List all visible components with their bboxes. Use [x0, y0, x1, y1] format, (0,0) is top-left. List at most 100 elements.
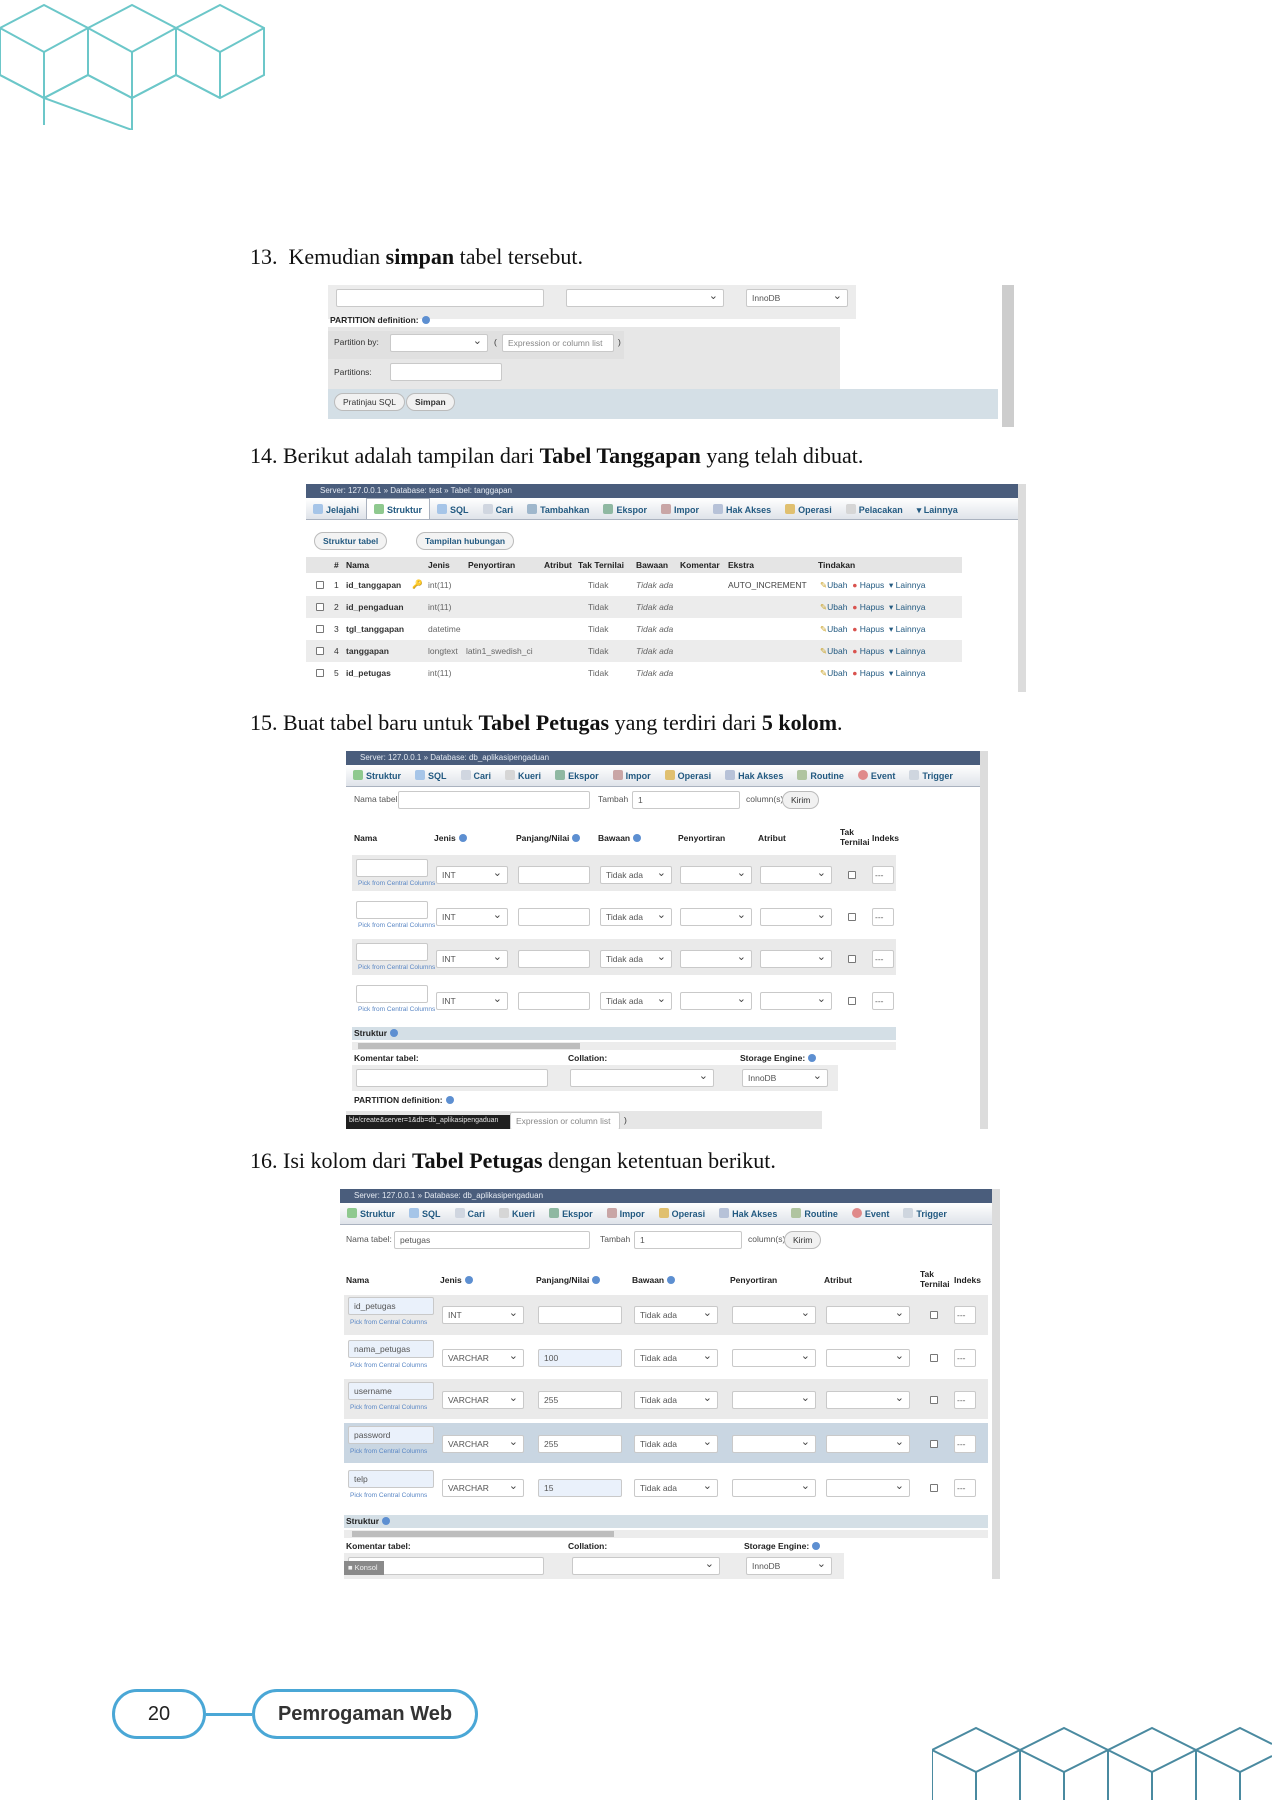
row-checkbox[interactable]: [316, 581, 324, 589]
tab-privileges[interactable]: Hak Akses: [712, 1203, 784, 1219]
column-collation-select[interactable]: [732, 1391, 816, 1409]
index-select[interactable]: ---: [954, 1435, 976, 1453]
tab-sql[interactable]: SQL: [430, 499, 476, 515]
row-checkbox[interactable]: [316, 625, 324, 633]
tab-query[interactable]: Kueri: [498, 765, 548, 781]
tab-privileges[interactable]: Hak Akses: [706, 499, 778, 515]
preview-sql-button[interactable]: Pratinjau SQL: [334, 393, 405, 411]
column-name-input[interactable]: [356, 943, 428, 961]
column-collation-select[interactable]: [732, 1306, 816, 1324]
tab-structure[interactable]: Struktur: [366, 498, 431, 519]
column-default-select[interactable]: Tidak ada: [600, 908, 672, 926]
column-length-input[interactable]: 255: [538, 1435, 622, 1453]
tab-privileges[interactable]: Hak Akses: [718, 765, 790, 781]
table-comment-input[interactable]: [356, 1069, 548, 1087]
tab-operations[interactable]: Operasi: [658, 765, 719, 781]
index-select[interactable]: ---: [954, 1391, 976, 1409]
column-name-input[interactable]: id_petugas: [348, 1297, 434, 1315]
row-checkbox[interactable]: [316, 603, 324, 611]
column-length-input[interactable]: [538, 1306, 622, 1324]
column-length-input[interactable]: [518, 992, 590, 1010]
column-attribute-select[interactable]: [760, 866, 832, 884]
column-attribute-select[interactable]: [826, 1479, 910, 1497]
column-name-input[interactable]: password: [348, 1426, 434, 1444]
column-name-input[interactable]: telp: [348, 1470, 434, 1488]
pick-central-link[interactable]: Pick from Central Columns: [358, 880, 435, 887]
index-select[interactable]: ---: [872, 866, 894, 884]
row-checkbox[interactable]: [316, 647, 324, 655]
null-checkbox[interactable]: [930, 1354, 938, 1362]
null-checkbox[interactable]: [848, 913, 856, 921]
column-length-input[interactable]: 255: [538, 1391, 622, 1409]
null-checkbox[interactable]: [930, 1440, 938, 1448]
storage-engine-select[interactable]: InnoDB: [742, 1069, 828, 1087]
column-default-select[interactable]: Tidak ada: [634, 1435, 718, 1453]
scrollbar[interactable]: [980, 751, 988, 1129]
tab-search[interactable]: Cari: [476, 499, 521, 515]
tab-query[interactable]: Kueri: [492, 1203, 542, 1219]
tab-export[interactable]: Ekspor: [596, 499, 654, 515]
column-default-select[interactable]: Tidak ada: [634, 1391, 718, 1409]
scrollbar[interactable]: [992, 1189, 1000, 1579]
column-type-select[interactable]: INT: [436, 950, 508, 968]
pick-central-link[interactable]: Pick from Central Columns: [358, 964, 435, 971]
null-checkbox[interactable]: [848, 871, 856, 879]
tab-events[interactable]: Event: [845, 1203, 897, 1219]
column-type-select[interactable]: VARCHAR: [442, 1435, 524, 1453]
column-attribute-select[interactable]: [826, 1349, 910, 1367]
column-type-select[interactable]: INT: [436, 908, 508, 926]
column-name-input[interactable]: nama_petugas: [348, 1340, 434, 1358]
column-default-select[interactable]: Tidak ada: [600, 866, 672, 884]
tab-export[interactable]: Ekspor: [542, 1203, 600, 1219]
tab-structure[interactable]: Struktur: [340, 1203, 402, 1219]
column-type-select[interactable]: INT: [442, 1306, 524, 1324]
tab-search[interactable]: Cari: [454, 765, 499, 781]
storage-engine-select[interactable]: InnoDB: [746, 1557, 832, 1575]
column-default-select[interactable]: Tidak ada: [600, 950, 672, 968]
column-default-select[interactable]: Tidak ada: [600, 992, 672, 1010]
null-checkbox[interactable]: [848, 997, 856, 1005]
column-collation-select[interactable]: [680, 866, 752, 884]
null-checkbox[interactable]: [930, 1311, 938, 1319]
tab-import[interactable]: Impor: [654, 499, 706, 515]
save-button[interactable]: Simpan: [406, 393, 455, 411]
column-length-input[interactable]: 100: [538, 1349, 622, 1367]
column-type-select[interactable]: VARCHAR: [442, 1349, 524, 1367]
tab-events[interactable]: Event: [851, 765, 903, 781]
row-actions[interactable]: ✎Ubah ● Hapus ▾ Lainnya: [820, 602, 925, 613]
subtab-table-structure[interactable]: Struktur tabel: [314, 532, 388, 550]
tab-operations[interactable]: Operasi: [652, 1203, 713, 1219]
column-default-select[interactable]: Tidak ada: [634, 1349, 718, 1367]
column-type-select[interactable]: INT: [436, 866, 508, 884]
horizontal-scrollbar[interactable]: [344, 1530, 988, 1538]
tab-routines[interactable]: Routine: [784, 1203, 845, 1219]
expression-input[interactable]: Expression or column list: [510, 1112, 620, 1129]
row-actions[interactable]: ✎Ubah ● Hapus ▾ Lainnya: [820, 646, 925, 657]
column-name-input[interactable]: username: [348, 1382, 434, 1400]
index-select[interactable]: ---: [954, 1306, 976, 1324]
pick-central-link[interactable]: Pick from Central Columns: [358, 922, 435, 929]
index-select[interactable]: ---: [872, 992, 894, 1010]
tab-export[interactable]: Ekspor: [548, 765, 606, 781]
tab-structure[interactable]: Struktur: [346, 765, 408, 781]
column-collation-select[interactable]: [680, 992, 752, 1010]
row-actions[interactable]: ✎Ubah ● Hapus ▾ Lainnya: [820, 580, 925, 591]
console-tab[interactable]: ■ Konsol: [344, 1561, 384, 1575]
column-type-select[interactable]: VARCHAR: [442, 1391, 524, 1409]
column-default-select[interactable]: Tidak ada: [634, 1479, 718, 1497]
column-length-input[interactable]: [518, 866, 590, 884]
column-length-input[interactable]: 15: [538, 1479, 622, 1497]
row-checkbox[interactable]: [316, 669, 324, 677]
row-actions[interactable]: ✎Ubah ● Hapus ▾ Lainnya: [820, 668, 925, 679]
table-comment-input[interactable]: [336, 289, 544, 307]
index-select[interactable]: ---: [954, 1349, 976, 1367]
collation-select[interactable]: [570, 1069, 714, 1087]
tab-operations[interactable]: Operasi: [778, 499, 839, 515]
table-name-input[interactable]: [398, 791, 590, 809]
partitions-input[interactable]: [390, 363, 502, 381]
column-default-select[interactable]: Tidak ada: [634, 1306, 718, 1324]
tab-routines[interactable]: Routine: [790, 765, 851, 781]
column-name-input[interactable]: [356, 985, 428, 1003]
column-length-input[interactable]: [518, 908, 590, 926]
column-attribute-select[interactable]: [760, 992, 832, 1010]
